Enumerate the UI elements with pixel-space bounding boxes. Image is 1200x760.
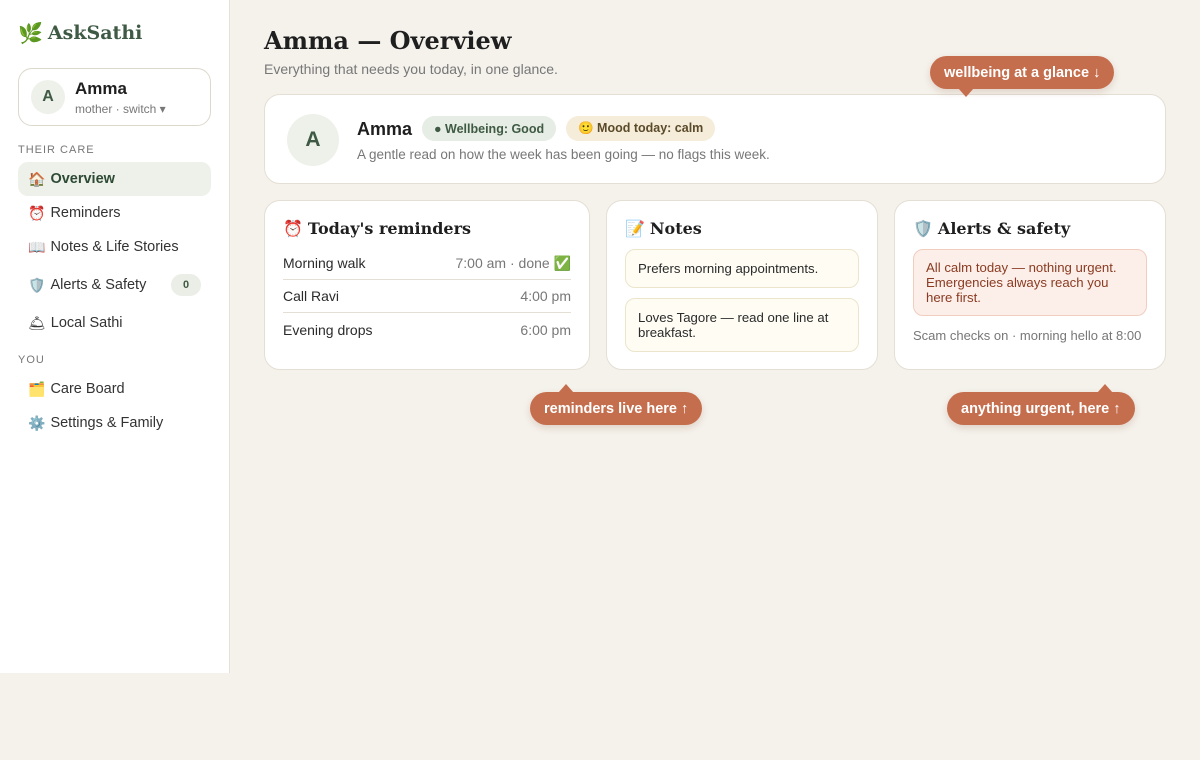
tooltip-urgent: anything urgent, here ↑ [947, 384, 1135, 425]
sidebar: 🌿 AskSathi A Amma mother · switch ▾ THEI… [0, 0, 230, 673]
profile-name: Amma [75, 78, 127, 98]
profile-switch-label[interactable]: mother · switch ▾ [75, 102, 166, 116]
reminder-row[interactable]: Evening drops 6:00 pm [283, 313, 571, 346]
brand-logo[interactable]: 🌿 AskSathi [18, 21, 142, 45]
gear-icon: ⚙️ [28, 414, 46, 431]
page-subtitle: Everything that needs you today, in one … [264, 61, 558, 77]
sidebar-item-care-board[interactable]: 🗂️ Care Board [18, 372, 211, 406]
card-title-text: Today's reminders [307, 218, 472, 238]
wellbeing-card: A Amma ● Wellbeing: Good 🙂 Mood today: c… [264, 94, 1166, 184]
note-item[interactable]: Prefers morning appointments. [625, 249, 859, 288]
brand-name: AskSathi [47, 22, 143, 44]
reminder-time: 7:00 am · done ✅ [455, 254, 572, 271]
reminder-label: Morning walk [283, 255, 366, 271]
sidebar-item-overview[interactable]: 🏠 Overview [18, 162, 211, 196]
tooltip-reminders: reminders live here ↑ [530, 384, 703, 425]
shield-icon: 🛡️ [28, 276, 46, 293]
hero-name: Amma [357, 119, 413, 139]
alert-footer: Scam checks on · morning hello at 8:00 [913, 328, 1142, 343]
sidebar-item-reminders[interactable]: ⏰ Reminders [18, 196, 211, 230]
card-title-text: Alerts & safety [937, 218, 1071, 238]
profile-switcher[interactable]: A Amma mother · switch ▾ [18, 68, 211, 126]
sidebar-item-alerts[interactable]: 🛡️ Alerts & Safety 0 [18, 268, 211, 302]
sidebar-item-label: Alerts & Safety [50, 277, 147, 293]
avatar: A [31, 80, 65, 114]
alerts-count-badge: 0 [171, 274, 201, 296]
alerts-card-title: 🛡️ Alerts & safety [913, 217, 1147, 239]
reminder-row[interactable]: Call Ravi 4:00 pm [283, 280, 571, 313]
card-title-text: Notes [649, 218, 702, 238]
sidebar-item-label: Care Board [50, 381, 125, 397]
alarm-clock-icon: ⏰ [283, 218, 303, 238]
memo-icon: 📝 [625, 218, 645, 238]
shield-icon: 🛡️ [913, 218, 933, 238]
reminder-label: Evening drops [283, 321, 373, 338]
page-title: Amma — Overview [264, 26, 512, 55]
reminders-card: ⏰ Today's reminders Morning walk 7:00 am… [264, 200, 590, 370]
reminder-time: 4:00 pm [520, 288, 571, 304]
reminder-list: Morning walk 7:00 am · done ✅ Call Ravi … [283, 247, 571, 346]
wellbeing-badge: ● Wellbeing: Good [422, 116, 557, 141]
alarm-clock-icon: ⏰ [28, 204, 46, 221]
alerts-card: 🛡️ Alerts & safety All calm today — noth… [894, 200, 1166, 370]
reminder-time: 6:00 pm [520, 321, 571, 338]
notes-card: 📝 Notes Prefers morning appointments. Lo… [606, 200, 878, 370]
sidebar-item-settings[interactable]: ⚙️ Settings & Family [18, 406, 211, 440]
sidebar-item-label: Local Sathi [50, 315, 123, 331]
alert-message: All calm today — nothing urgent. Emergen… [913, 249, 1147, 316]
tooltip-wellbeing: wellbeing at a glance ↓ [930, 56, 1115, 97]
notes-card-title: 📝 Notes [625, 217, 859, 239]
sidebar-item-label: Settings & Family [50, 415, 164, 431]
reminders-card-title: ⏰ Today's reminders [283, 217, 571, 239]
folder-icon: 🗂️ [28, 380, 46, 397]
section-label-their-care: THEIR CARE [18, 144, 95, 156]
home-icon: 🏠 [28, 170, 46, 187]
avatar: A [287, 114, 339, 166]
hero-description: A gentle read on how the week has been g… [357, 147, 770, 162]
reminder-row[interactable]: Morning walk 7:00 am · done ✅ [283, 247, 571, 280]
bell-icon: 🛎 [28, 314, 46, 331]
sidebar-item-label: Overview [50, 171, 115, 187]
note-item[interactable]: Loves Tagore — read one line at breakfas… [625, 298, 859, 352]
section-label-you: YOU [18, 354, 45, 366]
sidebar-item-notes[interactable]: 📖 Notes & Life Stories [18, 230, 211, 264]
book-icon: 📖 [28, 238, 46, 255]
sidebar-item-local-sathi[interactable]: 🛎 Local Sathi [18, 306, 211, 340]
mood-badge: 🙂 Mood today: calm [566, 116, 716, 141]
leaf-icon: 🌿 [18, 21, 43, 45]
reminder-label: Call Ravi [283, 288, 340, 304]
sidebar-item-label: Notes & Life Stories [50, 239, 179, 255]
sidebar-item-label: Reminders [50, 205, 121, 221]
